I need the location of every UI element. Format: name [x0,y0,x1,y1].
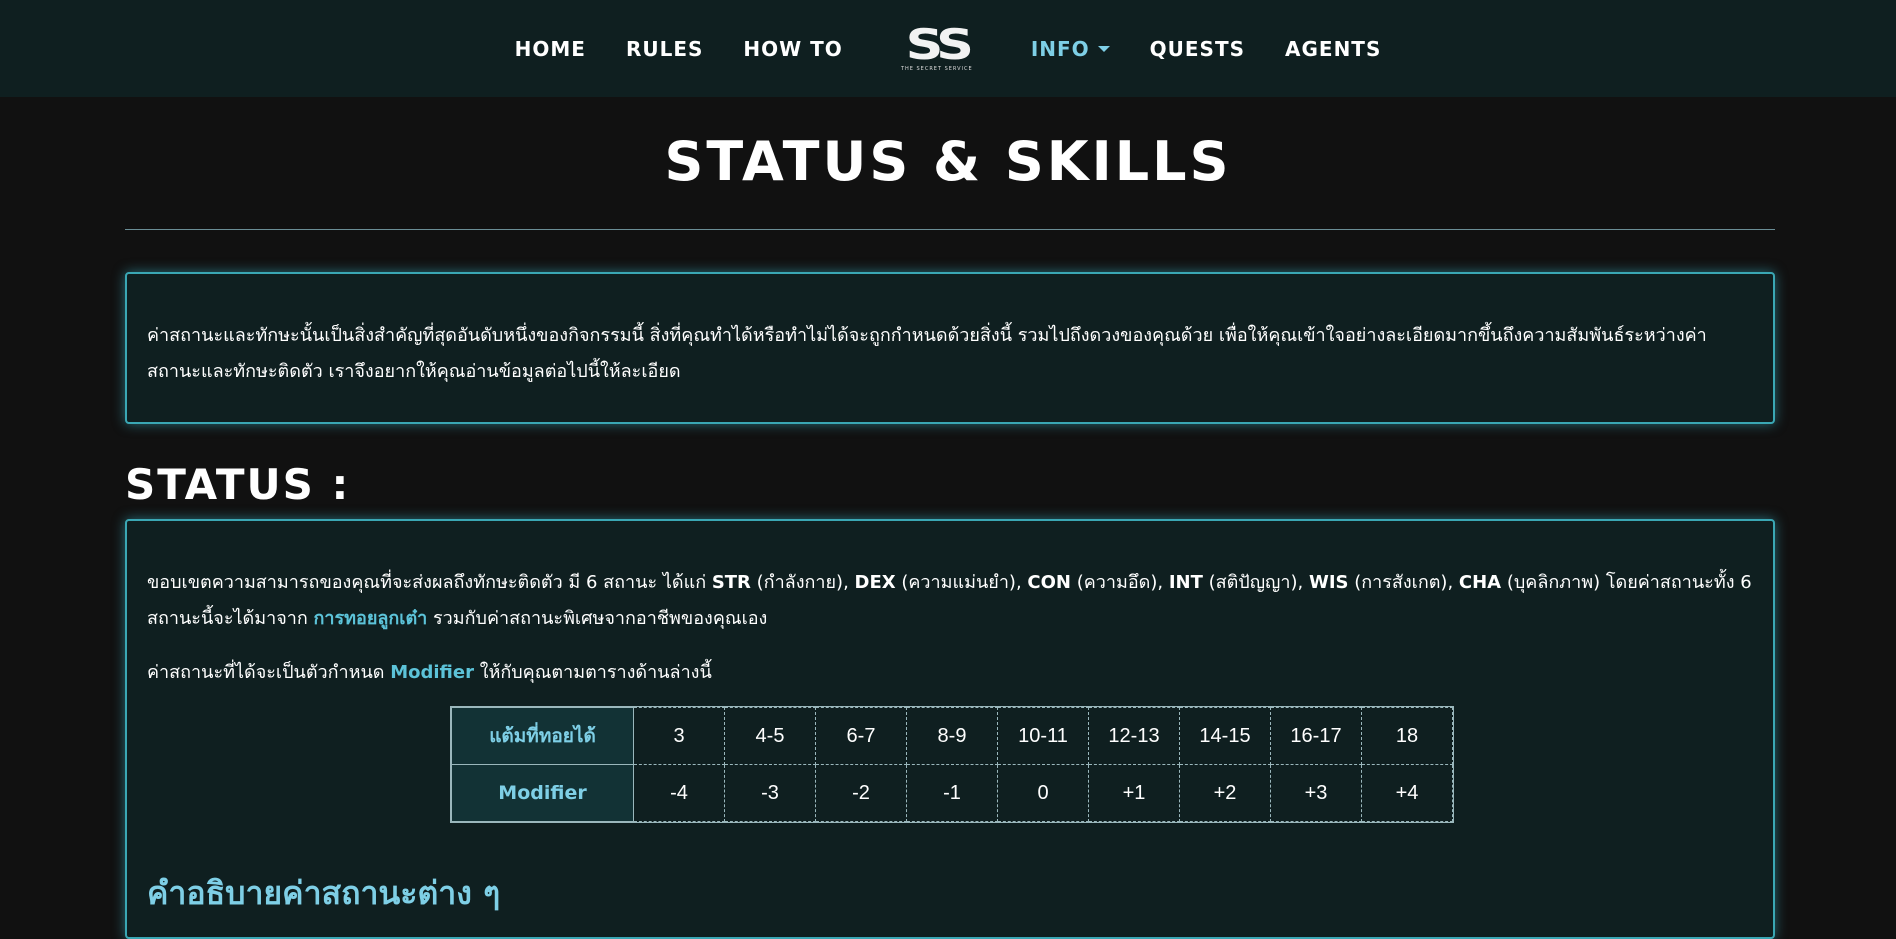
title-divider [125,229,1775,230]
modifier-cell: +1 [1088,764,1180,822]
modifier-cell: 0 [997,764,1089,822]
intro-text: ค่าสถานะและทักษะนั้นเป็นสิ่งสำคัญที่สุดอ… [147,325,1707,382]
roll-cell: 18 [1361,707,1453,765]
stat-con-desc: (ความอึด), [1070,572,1169,593]
stat-str: STR [711,572,751,593]
top-navbar: HOME RULES HOW TO SS THE SECRET SERVICE … [0,0,1896,97]
status-card: ขอบเขตความสามารถของคุณที่จะส่งผลถึงทักษะ… [125,519,1775,939]
nav-agents[interactable]: AGENTS [1285,37,1381,61]
logo-mark: SS [905,20,973,69]
roll-cell: 10-11 [997,707,1089,765]
table-row-modifiers: Modifier -4 -3 -2 -1 0 +1 +2 +3 +4 [451,764,1453,822]
modifier-cell: +2 [1179,764,1271,822]
modifier-description: ค่าสถานะที่ได้จะเป็นตัวกำหนด Modifier ให… [147,655,1753,691]
stat-int: INT [1168,572,1203,593]
stat-dex-desc: (ความแม่นยำ), [895,572,1028,593]
page-title: STATUS & SKILLS [664,130,1232,193]
caret-down-icon [1097,45,1110,52]
status-text-end: รวมกับค่าสถานะพิเศษจากอาชีพของคุณเอง [427,608,768,629]
modifier-text-b: ให้กับคุณตามตารางด้านล่างนี้ [473,662,712,683]
stat-wis-desc: (การสังเกต), [1348,572,1459,593]
roll-cell: 3 [633,707,725,765]
status-explanation-heading: คำอธิบายค่าสถานะต่าง ๆ [147,874,501,912]
stat-wis: WIS [1308,572,1349,593]
roll-cell: 6-7 [815,707,907,765]
modifier-cell: -1 [906,764,998,822]
modifier-table: แต้มที่ทอยได้ 3 4-5 6-7 8-9 10-11 12-13 … [450,706,1454,823]
modifier-cell: -2 [815,764,907,822]
table-header-modifier: Modifier [451,764,634,822]
nav-home[interactable]: HOME [515,37,586,61]
nav-info-label: INFO [1030,36,1090,61]
nav-howto[interactable]: HOW TO [743,37,842,61]
status-text-intro: ขอบเขตความสามารถของคุณที่จะส่งผลถึงทักษะ… [147,572,712,593]
status-heading: STATUS : [125,460,351,509]
modifier-cell: -4 [633,764,725,822]
intro-card: ค่าสถานะและทักษะนั้นเป็นสิ่งสำคัญที่สุดอ… [125,272,1775,424]
stat-dex: DEX [854,572,896,593]
modifier-cell: +4 [1361,764,1453,822]
table-header-rolls: แต้มที่ทอยได้ [451,707,634,765]
stat-int-desc: (สติปัญญา), [1202,572,1309,593]
stat-con: CON [1027,572,1071,593]
dice-roll-link[interactable]: การทอยลูกเต๋า [313,608,427,629]
modifier-cell: -3 [724,764,816,822]
table-row-rolls: แต้มที่ทอยได้ 3 4-5 6-7 8-9 10-11 12-13 … [451,707,1453,765]
modifier-highlight: Modifier [390,662,474,683]
modifier-cell: +3 [1270,764,1362,822]
stat-str-desc: (กำลังกาย), [750,572,855,593]
modifier-text-a: ค่าสถานะที่ได้จะเป็นตัวกำหนด [147,662,391,683]
roll-cell: 16-17 [1270,707,1362,765]
nav-rules[interactable]: RULES [626,37,703,61]
nav-info-dropdown[interactable]: INFO [1031,37,1110,61]
nav-quests[interactable]: QUESTS [1150,37,1245,61]
roll-cell: 8-9 [906,707,998,765]
stat-cha: CHA [1458,572,1502,593]
site-logo[interactable]: SS THE SECRET SERVICE [893,20,981,73]
roll-cell: 4-5 [724,707,816,765]
roll-cell: 12-13 [1088,707,1180,765]
roll-cell: 14-15 [1179,707,1271,765]
status-description: ขอบเขตความสามารถของคุณที่จะส่งผลถึงทักษะ… [147,565,1753,637]
